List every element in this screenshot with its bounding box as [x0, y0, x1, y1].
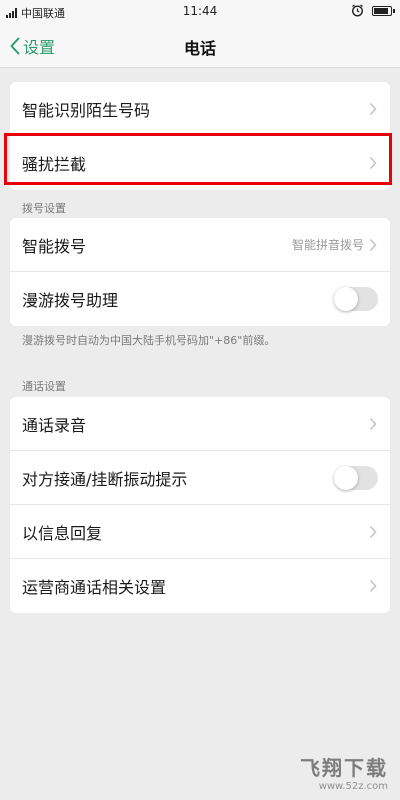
watermark: 飞翔下载 www.52z.com: [300, 752, 388, 792]
row-carrier-settings[interactable]: 运营商通话相关设置: [10, 559, 390, 613]
settings-group-dial: 智能拨号 智能拼音拨号 漫游拨号助理: [10, 218, 390, 326]
page-title: 电话: [183, 39, 216, 58]
vibration-toggle[interactable]: [334, 465, 378, 490]
row-value: 智能拼音拨号: [291, 238, 364, 252]
section-header-dial: 拨号设置: [22, 202, 66, 215]
status-right: [351, 4, 395, 17]
watermark-main: 飞翔下载: [300, 756, 388, 780]
row-label: 运营商通话相关设置: [22, 578, 167, 597]
row-reply-message[interactable]: 以信息回复: [10, 505, 390, 559]
row-vibration-prompt: 对方接通/挂断振动提示: [10, 451, 390, 505]
chevron-right-icon: [369, 238, 377, 251]
row-label: 骚扰拦截: [22, 155, 87, 174]
roaming-note: 漫游拨号时自动为中国大陆手机号码加"+86"前缀。: [22, 334, 276, 347]
nav-bar: 设置 电话: [0, 24, 400, 68]
chevron-right-icon: [369, 102, 377, 115]
row-roaming-assistant: 漫游拨号助理: [10, 272, 390, 326]
status-time: 11:44: [182, 4, 218, 18]
row-label: 漫游拨号助理: [22, 291, 119, 310]
chevron-right-icon: [369, 156, 377, 170]
chevron-right-icon: [369, 579, 377, 593]
toggle-knob: [334, 287, 358, 311]
row-label: 智能拨号: [22, 236, 87, 256]
chevron-right-icon: [369, 525, 377, 538]
chevron-right-icon: [369, 417, 377, 430]
row-smart-identify[interactable]: 智能识别陌生号码: [10, 82, 390, 136]
row-label: 智能识别陌生号码: [22, 100, 151, 120]
roaming-toggle[interactable]: [334, 287, 378, 311]
row-label: 对方接通/挂断振动提示: [22, 469, 188, 489]
battery-icon: [372, 5, 395, 16]
row-smart-dial[interactable]: 智能拨号 智能拼音拨号: [10, 218, 390, 272]
alarm-icon: [351, 4, 364, 17]
section-header-call: 通话设置: [22, 380, 66, 393]
status-bar: 中国联通 11:44: [0, 0, 400, 24]
row-label: 以信息回复: [22, 523, 103, 543]
settings-group-call: 通话录音 对方接通/挂断振动提示 以信息回复 运营商通话相关设置: [10, 397, 390, 613]
watermark-url: www.52z.com: [318, 781, 388, 792]
row-call-recording[interactable]: 通话录音: [10, 397, 390, 451]
row-label: 通话录音: [22, 415, 87, 435]
row-harassment-block[interactable]: 骚扰拦截: [10, 136, 390, 190]
settings-group-top: 智能识别陌生号码 骚扰拦截: [10, 82, 390, 190]
toggle-knob: [334, 465, 358, 490]
